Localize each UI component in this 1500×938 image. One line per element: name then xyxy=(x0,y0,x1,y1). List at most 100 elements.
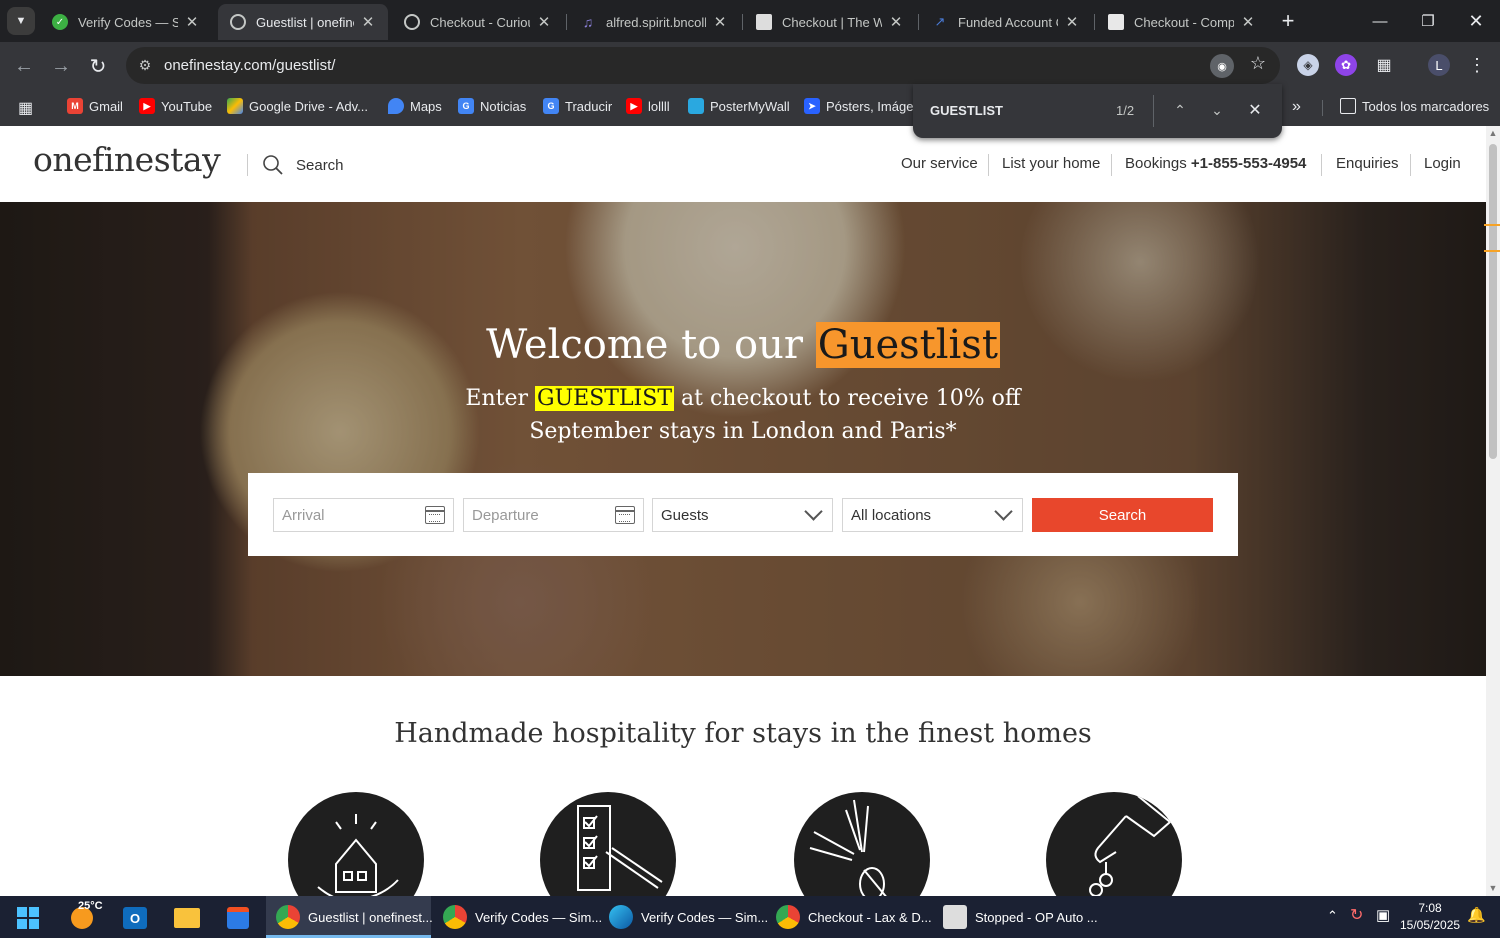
taskbar-app-chrome-checkout[interactable]: Checkout - Lax & D... xyxy=(766,896,932,938)
url-text[interactable]: onefinestay.com/guestlist/ xyxy=(164,57,335,74)
poster-icon: ➤ xyxy=(804,98,820,114)
close-window-icon[interactable]: ✕ xyxy=(1453,6,1499,36)
find-highlight: GUESTLIST xyxy=(535,386,674,411)
bookmark-youtube[interactable]: ▶ YouTube xyxy=(139,98,212,114)
hero-title-text: Welcome to our xyxy=(486,322,816,368)
taskbar-app-chrome-guestlist[interactable]: Guestlist | onefinest... xyxy=(266,896,433,938)
youtube-icon: ▶ xyxy=(626,98,642,114)
close-find-icon[interactable]: ✕ xyxy=(1244,99,1266,121)
find-input[interactable]: GUESTLIST xyxy=(930,103,1003,118)
more-bookmarks-icon[interactable]: » xyxy=(1292,98,1301,116)
site-logo[interactable]: onefinestay xyxy=(33,140,221,179)
minimize-icon[interactable]: — xyxy=(1357,6,1403,36)
restore-icon[interactable]: ❐ xyxy=(1405,6,1451,36)
taskbar-app-op-auto[interactable]: Stopped - OP Auto ... xyxy=(933,896,1098,938)
store-icon[interactable] xyxy=(222,902,254,934)
profile-avatar[interactable]: L xyxy=(1428,54,1450,76)
windows-start-icon[interactable] xyxy=(12,902,44,934)
locations-value: All locations xyxy=(851,507,932,524)
scrollbar-thumb[interactable] xyxy=(1489,144,1497,459)
back-icon[interactable]: ← xyxy=(12,54,36,78)
file-explorer-icon[interactable] xyxy=(171,902,203,934)
checklist-icon xyxy=(540,792,676,896)
nav-our-service[interactable]: Our service xyxy=(901,155,978,172)
arrival-placeholder: Arrival xyxy=(282,507,325,524)
nav-login[interactable]: Login xyxy=(1424,155,1461,172)
tray-overflow-icon[interactable]: ⌃ xyxy=(1327,908,1338,924)
bookings-label: Bookings xyxy=(1125,155,1187,172)
scroll-up-icon[interactable]: ▲ xyxy=(1488,128,1498,138)
clock-date: 15/05/2025 xyxy=(1400,918,1461,932)
locations-select[interactable]: All locations xyxy=(842,498,1023,532)
apps-grid-icon[interactable]: ▦ xyxy=(18,98,33,118)
bookmark-noticias[interactable]: G Noticias xyxy=(458,98,526,114)
close-tab-icon[interactable]: ✕ xyxy=(536,13,552,31)
tab-checkout-the-wi[interactable]: Checkout | The Wi ✕ xyxy=(744,4,916,40)
bookmark-maps[interactable]: Maps xyxy=(388,98,442,114)
search-button[interactable]: Search xyxy=(1032,498,1213,532)
close-tab-icon[interactable]: ✕ xyxy=(184,13,200,31)
all-bookmarks-folder[interactable]: Todos los marcadores xyxy=(1340,98,1489,114)
outlook-icon[interactable]: O xyxy=(119,902,151,934)
reload-icon[interactable]: ↻ xyxy=(86,54,110,78)
close-tab-icon[interactable]: ✕ xyxy=(360,13,376,31)
tab-funded-account[interactable]: ↗ Funded Account C ✕ xyxy=(920,4,1092,40)
site-info-icon[interactable]: ⚙ xyxy=(136,56,154,74)
page-scrollbar[interactable]: ▲ ▼ xyxy=(1484,126,1500,896)
departure-field[interactable]: Departure xyxy=(463,498,644,532)
forward-icon[interactable]: → xyxy=(49,54,73,78)
bookmark-posters[interactable]: ➤ Pósters, Imágen xyxy=(804,98,921,114)
tab-verify-codes[interactable]: ✓ Verify Codes — Si ✕ xyxy=(40,4,212,40)
extension-purple-icon[interactable]: ✿ xyxy=(1335,54,1357,76)
tab-checkout-curious[interactable]: Checkout - Curiou ✕ xyxy=(392,4,564,40)
nav-bookings[interactable]: Bookings +1-855-553-4954 xyxy=(1125,155,1306,172)
taskbar-app-label: Verify Codes — Sim... xyxy=(475,909,603,925)
extensions-puzzle-icon[interactable]: ▦ xyxy=(1373,54,1395,76)
tab-guestlist[interactable]: Guestlist | onefine ✕ xyxy=(218,4,388,40)
tab-title: Verify Codes — Si xyxy=(78,14,178,30)
browser-toolbar: ← → ↻ ⚙ onefinestay.com/guestlist/ ◉ ☆ ◈… xyxy=(0,42,1500,90)
bookmark-drive[interactable]: Google Drive - Adv... xyxy=(227,98,368,114)
close-tab-icon[interactable]: ✕ xyxy=(712,13,728,31)
chevron-down-icon[interactable]: ⌄ xyxy=(1206,99,1228,121)
close-tab-icon[interactable]: ✕ xyxy=(1240,13,1256,31)
address-bar[interactable]: ⚙ onefinestay.com/guestlist/ ◉ ☆ xyxy=(126,47,1280,84)
drive-icon xyxy=(227,98,243,114)
notification-icon[interactable]: 🔔 xyxy=(1467,906,1486,924)
bookmark-label: PosterMyWall xyxy=(710,98,790,114)
bookmark-label: Traducir xyxy=(565,98,613,114)
header-divider xyxy=(1321,154,1322,176)
bookmark-lollll[interactable]: ▶ lollll xyxy=(626,98,670,114)
bookmark-gmail[interactable]: M Gmail xyxy=(67,98,123,114)
nav-enquiries[interactable]: Enquiries xyxy=(1336,155,1399,172)
close-tab-icon[interactable]: ✕ xyxy=(1064,13,1080,31)
chevron-up-icon[interactable]: ⌃ xyxy=(1169,99,1191,121)
globe-icon xyxy=(230,14,246,30)
news-icon: G xyxy=(458,98,474,114)
arrival-field[interactable]: Arrival xyxy=(273,498,454,532)
lens-icon[interactable]: ◉ xyxy=(1210,54,1234,78)
tab-checkout-comp[interactable]: Checkout - Comp ✕ xyxy=(1096,4,1268,40)
taskbar-app-label: Guestlist | onefinest... xyxy=(308,909,433,925)
taskbar-app-chrome-verify[interactable]: Verify Codes — Sim... xyxy=(433,896,602,938)
bookmark-postermywall[interactable]: PosterMyWall xyxy=(688,98,790,114)
taskbar-app-edge-verify[interactable]: Verify Codes — Sim... xyxy=(599,896,768,938)
tab-alfred[interactable]: ♫ alfred.spirit.bncoll ✕ xyxy=(568,4,740,40)
header-search[interactable]: Search xyxy=(262,154,344,176)
close-tab-icon[interactable]: ✕ xyxy=(888,13,904,31)
shield-extension-icon[interactable]: ◈ xyxy=(1297,54,1319,76)
find-match-marker xyxy=(1484,224,1500,226)
display-icon[interactable]: ▣ xyxy=(1376,906,1390,924)
bookings-phone[interactable]: +1-855-553-4954 xyxy=(1191,155,1307,172)
scroll-down-icon[interactable]: ▼ xyxy=(1488,883,1498,893)
clock-time: 7:08 xyxy=(1418,901,1442,915)
new-tab-icon[interactable]: + xyxy=(1276,8,1300,34)
system-clock[interactable]: 7:08 15/05/2025 xyxy=(1400,900,1460,934)
nav-list-your-home[interactable]: List your home xyxy=(1002,155,1100,172)
guests-select[interactable]: Guests xyxy=(652,498,833,532)
tab-search-button[interactable]: ▼ xyxy=(7,7,35,35)
menu-kebab-icon[interactable]: ⋮ xyxy=(1466,54,1488,76)
sync-icon[interactable]: ↻ xyxy=(1350,905,1363,925)
bookmark-traducir[interactable]: G Traducir xyxy=(543,98,612,114)
bookmark-star-icon[interactable]: ☆ xyxy=(1250,53,1266,74)
